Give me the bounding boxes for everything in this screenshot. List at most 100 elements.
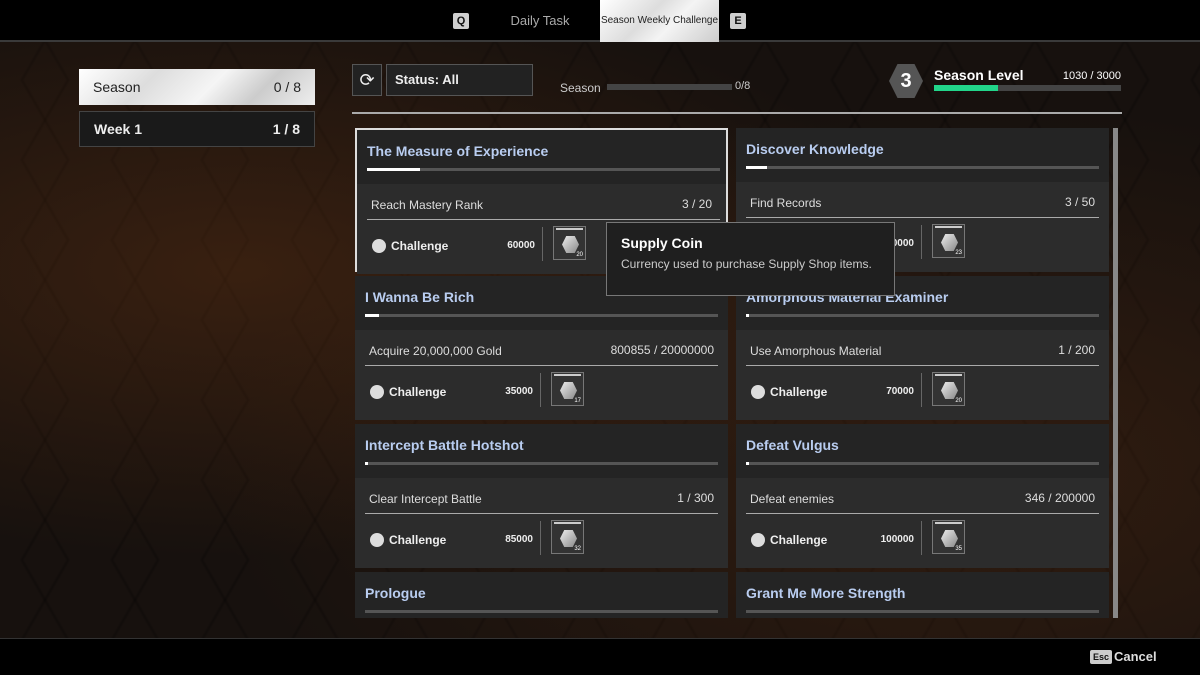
reward-slot[interactable]: 35 <box>932 520 965 554</box>
challenge-card[interactable]: Intercept Battle Hotshot Clear Intercept… <box>355 424 728 568</box>
sidebar-item-count: 0 / 8 <box>273 79 301 95</box>
supply-coin-icon <box>941 234 958 251</box>
challenge-points: 35000 <box>505 386 533 397</box>
divider <box>365 365 718 366</box>
objective-progress: 346 / 200000 <box>1024 491 1095 505</box>
card-progress-fill <box>746 314 749 317</box>
gear-icon <box>751 385 765 399</box>
gear-icon <box>372 239 386 253</box>
e-key-hint[interactable]: E <box>730 13 746 29</box>
reward-count: 17 <box>574 398 581 404</box>
divider <box>746 365 1099 366</box>
card-progress-bar <box>367 168 720 171</box>
separator <box>921 373 922 407</box>
season-level-value: 1030 / 3000 <box>1062 70 1121 82</box>
card-progress-bar <box>746 166 1099 169</box>
challenge-label: Challenge <box>770 385 828 399</box>
reward-slot[interactable]: 20 <box>553 226 586 260</box>
tab-daily-task[interactable]: Daily Task <box>490 0 590 42</box>
supply-coin-icon <box>560 382 577 399</box>
objective-section: Defeat enemies 346 / 200000 Challenge 10… <box>736 478 1109 568</box>
reward-slot[interactable]: 32 <box>551 520 584 554</box>
reward-count: 20 <box>955 398 962 404</box>
card-progress-fill <box>365 314 380 317</box>
objective-progress: 800855 / 20000000 <box>610 343 714 357</box>
sidebar-item-count: 1 / 8 <box>272 121 300 137</box>
challenge-label: Challenge <box>389 385 447 399</box>
objective-progress: 3 / 50 <box>1064 195 1095 209</box>
challenge-points: 85000 <box>505 534 533 545</box>
challenge-points: 70000 <box>886 386 914 397</box>
supply-coin-icon <box>941 382 958 399</box>
card-progress-fill <box>746 462 749 465</box>
gear-icon <box>370 385 384 399</box>
status-filter-dropdown[interactable]: Status: All <box>386 64 533 96</box>
card-progress-bar <box>365 610 718 613</box>
separator <box>542 227 543 261</box>
supply-coin-icon <box>562 236 579 253</box>
challenge-card[interactable]: Defeat Vulgus Defeat enemies 346 / 20000… <box>736 424 1109 568</box>
season-level-fill <box>934 85 999 91</box>
challenge-card[interactable]: Amorphous Material Examiner Use Amorphou… <box>736 276 1109 420</box>
card-progress-fill <box>365 462 368 465</box>
tab-season-weekly-challenge[interactable]: Season Weekly Challenge <box>600 0 719 42</box>
separator <box>921 521 922 555</box>
challenge-points: 100000 <box>880 534 914 545</box>
reward-count: 32 <box>574 546 581 552</box>
divider <box>365 513 718 514</box>
challenge-label: Challenge <box>391 239 449 253</box>
season-level-badge: 3 <box>889 64 923 98</box>
reward-count: 20 <box>576 252 583 258</box>
q-key-hint[interactable]: Q <box>453 13 469 29</box>
card-progress-fill <box>367 168 420 171</box>
reward-count: 35 <box>955 546 962 552</box>
card-title: I Wanna Be Rich <box>365 289 475 305</box>
objective-name: Use Amorphous Material <box>750 344 882 358</box>
season-level-bar <box>934 85 1121 91</box>
objective-progress: 1 / 300 <box>677 491 714 505</box>
objective-section: Use Amorphous Material 1 / 200 Challenge… <box>736 330 1109 420</box>
divider <box>352 112 1122 114</box>
objective-name: Defeat enemies <box>750 492 835 506</box>
supply-coin-icon <box>941 530 958 547</box>
card-title: The Measure of Experience <box>367 143 549 159</box>
supply-coin-icon <box>560 530 577 547</box>
card-title: Intercept Battle Hotshot <box>365 437 524 453</box>
reward-slot[interactable]: 17 <box>551 372 584 406</box>
challenge-card[interactable]: Prologue <box>355 572 728 618</box>
challenge-points: 60000 <box>507 240 535 251</box>
gear-icon <box>751 533 765 547</box>
objective-name: Reach Mastery Rank <box>371 198 484 212</box>
divider <box>746 513 1099 514</box>
objective-name: Acquire 20,000,000 Gold <box>369 344 502 358</box>
challenge-label: Challenge <box>770 533 828 547</box>
challenge-card[interactable]: I Wanna Be Rich Acquire 20,000,000 Gold … <box>355 276 728 420</box>
challenge-label: Challenge <box>389 533 447 547</box>
reward-slot[interactable]: 23 <box>932 224 965 258</box>
sidebar-item-week-1[interactable]: Week 1 1 / 8 <box>79 111 315 147</box>
separator <box>921 225 922 259</box>
sidebar-item-season[interactable]: Season 0 / 8 <box>79 69 315 105</box>
bottom-bar <box>0 638 1200 675</box>
supply-coin-tooltip: Supply Coin Currency used to purchase Su… <box>606 222 895 296</box>
reward-slot[interactable]: 20 <box>932 372 965 406</box>
objective-section: Clear Intercept Battle 1 / 300 Challenge… <box>355 478 728 568</box>
esc-key-hint[interactable]: Esc <box>1090 650 1113 664</box>
divider <box>367 219 720 220</box>
challenge-card[interactable]: Grant Me More Strength <box>736 572 1109 618</box>
card-progress-bar <box>746 610 1099 613</box>
card-progress-bar <box>746 462 1099 465</box>
objective-progress: 3 / 20 <box>681 197 712 211</box>
season-progress-bar <box>607 84 732 90</box>
refresh-icon[interactable]: ⟳ <box>352 64 382 96</box>
sidebar-item-label: Season <box>93 79 141 95</box>
separator <box>540 373 541 407</box>
tooltip-description: Currency used to purchase Supply Shop it… <box>621 257 872 271</box>
season-progress-label: Season <box>560 81 601 95</box>
reward-count: 23 <box>955 250 962 256</box>
objective-name: Find Records <box>750 196 822 210</box>
scrollbar[interactable] <box>1113 128 1118 618</box>
cancel-button[interactable]: Cancel <box>1114 649 1157 664</box>
sidebar-item-label: Week 1 <box>94 121 142 137</box>
season-progress-value: 0/8 <box>735 80 751 92</box>
